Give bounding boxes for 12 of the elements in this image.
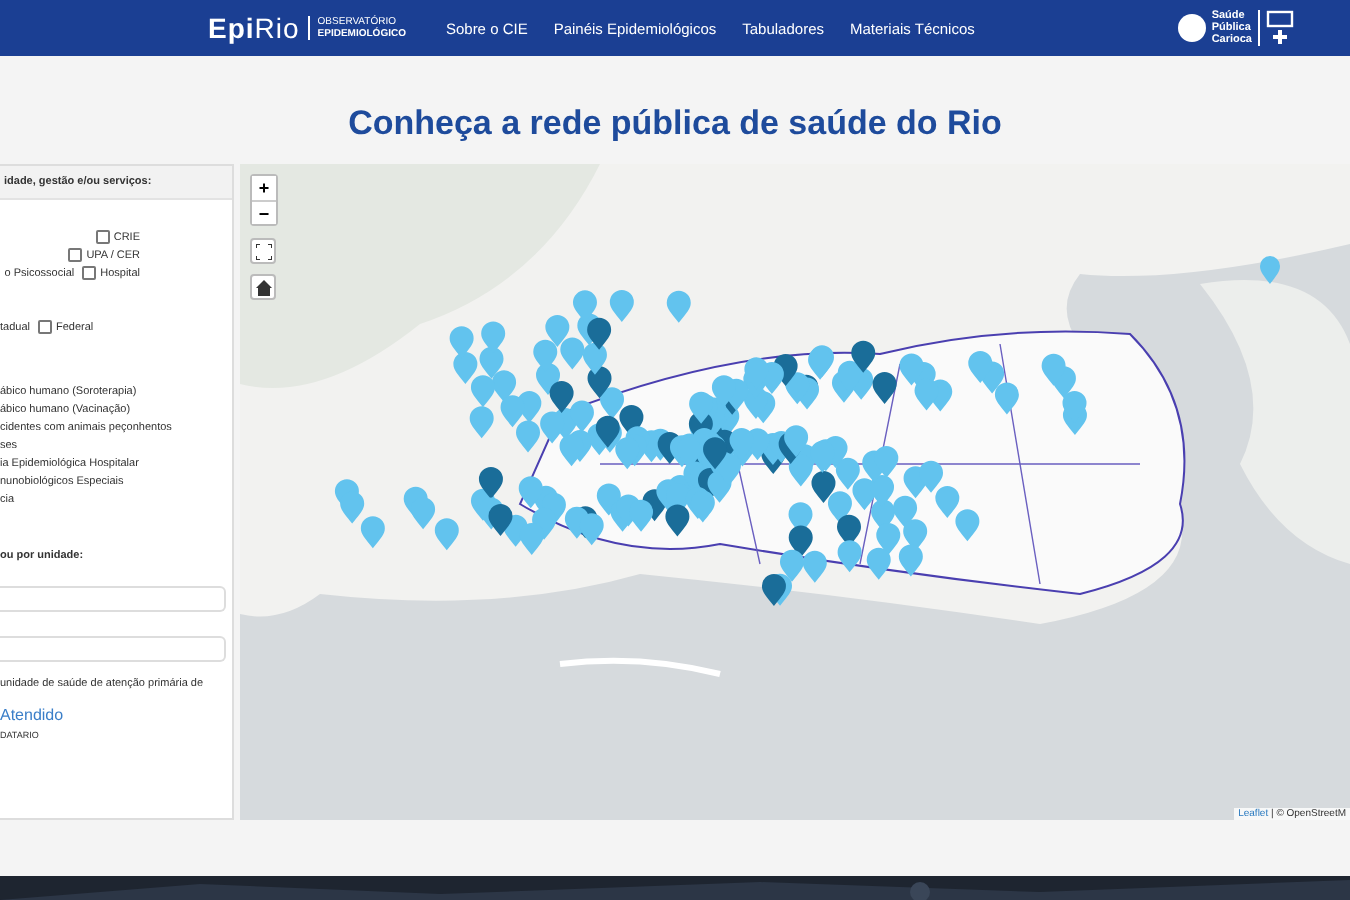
home-button[interactable] xyxy=(250,274,276,300)
search-field[interactable] xyxy=(0,636,226,662)
fullscreen-icon xyxy=(255,243,271,259)
zoom-out-button[interactable]: − xyxy=(252,200,276,224)
home-icon xyxy=(255,279,271,295)
epirio-logo[interactable]: EpiRio xyxy=(208,12,300,44)
search-field[interactable] xyxy=(0,586,226,612)
page-title: Conheça a rede pública de saúde do Rio xyxy=(346,104,1004,144)
emblem-icon xyxy=(1266,10,1294,46)
attended-link[interactable]: Atendido xyxy=(0,706,232,724)
circle-icon xyxy=(1177,14,1206,42)
fullscreen-button[interactable] xyxy=(250,238,276,264)
